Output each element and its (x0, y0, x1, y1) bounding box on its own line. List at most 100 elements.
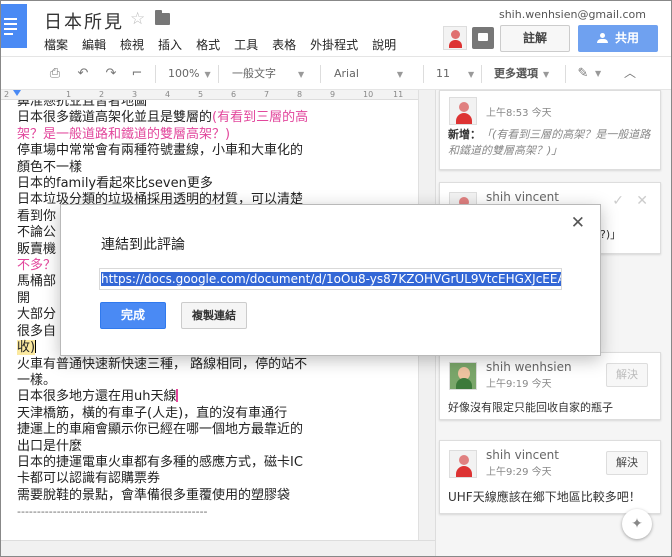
comment-card[interactable]: shih vincent 上午9:29 今天 解決 UHF天線應該在鄉下地區比較… (439, 440, 661, 514)
link-to-comment-dialog: 連結到此評論 ✕ https://docs.google.com/documen… (60, 204, 601, 356)
resolve-button[interactable]: 解決 (606, 451, 648, 475)
doc-line: 顏色不一樣 (17, 159, 83, 175)
font-value: Arial (334, 67, 359, 80)
comment-time: 上午9:29 今天 (486, 467, 552, 478)
ruler-tick: 10 (363, 90, 374, 99)
avatar (449, 450, 477, 478)
comment-text: 好像沒有限定只能回收自家的瓶子 (448, 401, 613, 414)
menu-bar: 檔案 編輯 檢視 插入 格式 工具 表格 外掛程式 說明 (44, 36, 396, 53)
zoom-select[interactable]: 100% ▼ (168, 57, 211, 90)
comment-author: shih vincent (486, 190, 559, 204)
font-size-value: 11 (436, 67, 450, 80)
paint-format-icon[interactable]: ⌐ (130, 67, 144, 80)
ruler-tick: 5 (198, 90, 204, 99)
done-button[interactable]: 完成 (100, 302, 166, 329)
menu-table[interactable]: 表格 (272, 36, 296, 53)
comment-link-text: https://docs.google.com/document/d/1oOu8… (101, 272, 561, 286)
menu-format[interactable]: 格式 (196, 36, 220, 53)
close-icon[interactable]: ✕ (636, 193, 648, 209)
dialog-title: 連結到此評論 (101, 237, 185, 253)
chevron-down-icon: ▼ (204, 70, 211, 79)
menu-addons[interactable]: 外掛程式 (310, 36, 358, 53)
comment-link-field[interactable]: https://docs.google.com/document/d/1oOu8… (99, 268, 562, 290)
chevron-down-icon: ▼ (468, 70, 475, 79)
app-header: 日本所見 ☆ 檔案 編輯 檢視 插入 格式 工具 表格 外掛程式 說明 shih… (0, 0, 672, 56)
user-avatar[interactable] (443, 26, 467, 50)
pencil-icon[interactable]: ✎ (576, 67, 590, 80)
print-icon[interactable]: ⎙ (48, 67, 62, 80)
resolve-button[interactable]: 解決 (606, 363, 648, 387)
horizontal-scrollbar[interactable] (0, 540, 435, 557)
doc-text-run: 日本很多鐵道高架化並且是雙層的 (17, 110, 213, 126)
style-value: 一般文字 (232, 67, 276, 80)
toolbar: ⎙ ↶ ↷ ⌐ 100% ▼ 一般文字 ▼ Arial ▼ 11 ▼ 更多選項 ▼ ✎ ▼… (0, 56, 672, 90)
ruler-tick: 9 (330, 90, 336, 99)
people-icon (596, 33, 609, 43)
comment-time: 上午8:53 今天 (486, 108, 552, 119)
ruler-tick: 1 (66, 90, 72, 99)
doc-line: ----------------------------------------… (17, 505, 208, 519)
doc-line: 日本很多鐵道高架化並且是雙層的(有看到三層的高 (17, 110, 317, 126)
comment-author: shih wenhsien (486, 360, 572, 374)
ruler-tick: 3 (132, 90, 138, 99)
font-select[interactable]: Arial ▼ (334, 57, 403, 90)
doc-line: 需要脫鞋的景點，會準備很多重覆使用的塑膠袋 (17, 487, 291, 503)
copy-link-button[interactable]: 複製連結 (181, 302, 247, 329)
share-button[interactable]: 共用 (578, 25, 658, 52)
comment-text: UHF天線應該在鄉下地區比較多吧！ (448, 490, 641, 504)
comment-card[interactable]: 上午8:53 今天 新增：「(有看到三層的高架？是一般道路和鐵道的雙層高架？)」 (439, 90, 661, 170)
doc-text-run: 日本很多地方還在用uh天線 (17, 389, 177, 405)
chevron-down-icon: ▼ (543, 70, 550, 79)
checkmark-icon[interactable]: ✓ (612, 193, 624, 209)
font-size-select[interactable]: 11 ▼ (436, 57, 474, 90)
avatar (449, 362, 477, 390)
doc-line: 卡都可以認識有認購票券 (17, 471, 161, 487)
avatar (449, 97, 477, 125)
docs-home-icon[interactable] (0, 4, 27, 48)
chat-icon[interactable] (472, 27, 494, 49)
explore-icon[interactable]: ✦ (622, 509, 652, 539)
folder-icon[interactable] (155, 10, 170, 25)
doc-text-highlighted: (有看到三層的高 (212, 110, 309, 126)
menu-view[interactable]: 檢視 (120, 36, 144, 53)
comments-button[interactable]: 註解 (500, 25, 570, 52)
comment-time: 上午9:19 今天 (486, 379, 552, 390)
doc-line: 日本很多地方還在用uh天線 (17, 389, 317, 405)
share-label: 共用 (614, 31, 639, 45)
doc-line: 出口是什麼 (17, 438, 83, 454)
ruler-tick: 4 (165, 90, 171, 99)
indent-marker[interactable] (13, 90, 21, 96)
doc-line: 捷運上的車廂會顯示你已經在哪一個地方最靠近的 (17, 422, 304, 438)
menu-insert[interactable]: 插入 (158, 36, 182, 53)
menu-file[interactable]: 檔案 (44, 36, 68, 53)
more-options-button[interactable]: 更多選項 ▼ (494, 57, 549, 90)
chevron-down-icon[interactable]: ▼ (595, 57, 601, 90)
menu-help[interactable]: 說明 (372, 36, 396, 53)
doc-line: 日本的family看起來比seven更多 (17, 176, 213, 192)
menu-edit[interactable]: 編輯 (82, 36, 106, 53)
undo-icon[interactable]: ↶ (76, 67, 90, 80)
doc-line: 架？是一般道路和鐵道的雙層高架？) (17, 126, 231, 142)
ruler: 2 1 1 2 3 4 5 6 7 8 9 10 11 (0, 90, 435, 100)
redo-icon[interactable]: ↷ (104, 67, 118, 80)
text-cursor (35, 340, 37, 354)
collapse-toolbar-icon[interactable]: ︿ (623, 67, 637, 80)
zoom-value: 100% (168, 67, 200, 80)
comment-text: 新增：「(有看到三層的高架？是一般道路和鐵道的雙層高架？)」 (448, 127, 653, 159)
doc-text-commented: 收) (17, 340, 36, 356)
document-title[interactable]: 日本所見 (44, 8, 124, 34)
star-icon[interactable]: ☆ (130, 9, 145, 29)
comment-author: shih vincent (486, 448, 559, 462)
ruler-tick: 7 (264, 90, 270, 99)
comment-added-label: 新增： (448, 128, 481, 141)
comment-card[interactable]: shih wenhsien 上午9:19 今天 解決 好像沒有限定只能回收自家的… (439, 352, 661, 420)
ruler-tick: 2 (99, 90, 105, 99)
doc-line: 天津橋筋，橫的有車子(人走)，直的沒有車通行 (17, 405, 288, 421)
close-icon[interactable]: ✕ (571, 213, 585, 233)
chevron-down-icon: ▼ (298, 70, 305, 79)
style-select[interactable]: 一般文字 ▼ (232, 57, 304, 90)
menu-tools[interactable]: 工具 (234, 36, 258, 53)
chevron-down-icon: ▼ (396, 70, 404, 79)
account-email[interactable]: shih.wenhsien@gmail.com (499, 8, 646, 21)
ruler-tick: 2 (4, 90, 10, 99)
